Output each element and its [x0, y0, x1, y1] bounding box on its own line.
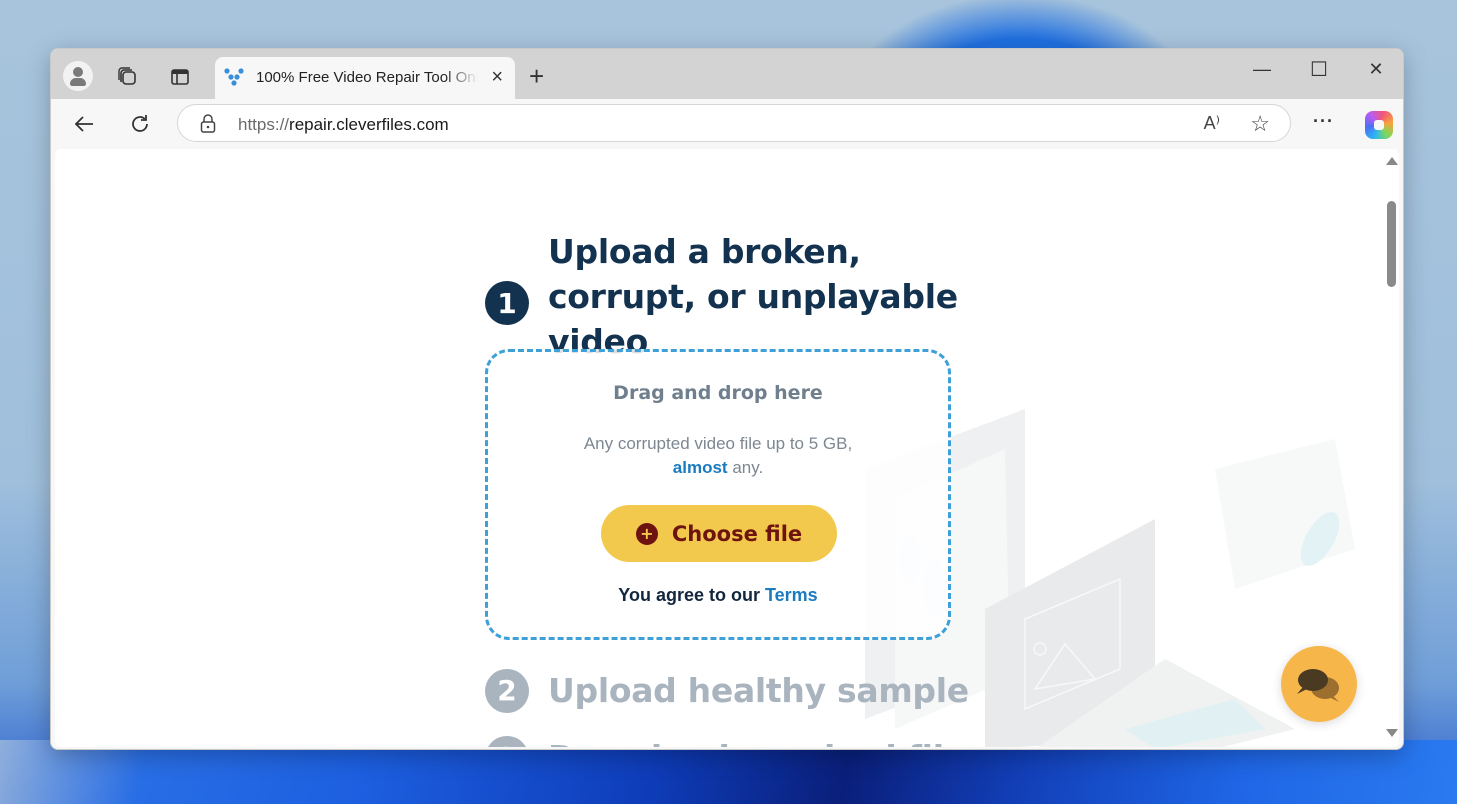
- file-dropzone[interactable]: Drag and drop here Any corrupted video f…: [485, 349, 951, 640]
- almost-link[interactable]: almost: [673, 458, 728, 477]
- step-1-title-line: Upload a broken,: [548, 232, 861, 271]
- terms-agreement: You agree to our Terms: [488, 585, 948, 606]
- close-tab-icon[interactable]: ×: [491, 66, 503, 89]
- choose-file-label: Choose file: [671, 521, 803, 546]
- step-3-badge: 3: [485, 735, 529, 747]
- minimize-button[interactable]: —: [1242, 59, 1282, 80]
- tab-bar: 100% Free Video Repair Tool Online × + —…: [51, 49, 1403, 99]
- cleverfiles-dots-icon: [223, 67, 245, 87]
- back-button[interactable]: [69, 109, 99, 139]
- vertical-tabs-icon[interactable]: [166, 63, 194, 91]
- step-1: 1 Upload a broken, corrupt, or unplayabl…: [485, 231, 958, 364]
- url-scheme: https://: [238, 115, 290, 134]
- dropzone-desc-line: Any corrupted video file up to 5 GB,: [583, 434, 853, 453]
- step-2: 2 Upload healthy sample: [485, 668, 969, 713]
- agree-text: You agree to our: [618, 585, 765, 605]
- scroll-down-arrow-icon[interactable]: [1386, 729, 1398, 737]
- address-bar[interactable]: https://repair.cleverfiles.com A⁾ ☆: [177, 104, 1291, 142]
- dropzone-desc-rest: any.: [727, 458, 764, 477]
- dropzone-title: Drag and drop here: [613, 382, 823, 404]
- step-1-badge: 1: [485, 281, 529, 325]
- step-3-title: Download repaired file: [548, 735, 966, 747]
- step-1-title: Upload a broken, corrupt, or unplayable …: [548, 229, 958, 364]
- close-window-button[interactable]: ✕: [1356, 59, 1396, 80]
- more-menu-icon[interactable]: ···: [1313, 111, 1334, 132]
- refresh-button[interactable]: [125, 109, 155, 139]
- url-text[interactable]: https://repair.cleverfiles.com: [238, 115, 449, 135]
- choose-file-button[interactable]: + Choose file: [601, 505, 837, 562]
- profile-icon[interactable]: [63, 61, 93, 91]
- lock-icon[interactable]: [200, 114, 216, 139]
- step-1-title-line: corrupt, or unplayable: [548, 277, 958, 316]
- favorite-star-icon[interactable]: ☆: [1250, 111, 1270, 137]
- back-arrow-icon: [74, 116, 93, 132]
- chat-bubbles-icon: [1297, 669, 1339, 702]
- dropzone-description: Any corrupted video file up to 5 GB, alm…: [488, 432, 948, 480]
- refresh-icon: [132, 115, 148, 132]
- page-viewport: 1 Upload a broken, corrupt, or unplayabl…: [55, 149, 1399, 747]
- tab-active[interactable]: 100% Free Video Repair Tool Online ×: [215, 57, 515, 99]
- tab-title: 100% Free Video Repair Tool Online: [256, 69, 478, 86]
- chat-button[interactable]: [1281, 646, 1357, 722]
- scrollbar-thumb[interactable]: [1387, 201, 1396, 287]
- step-2-title: Upload healthy sample: [548, 671, 969, 710]
- workspaces-icon[interactable]: [113, 63, 141, 91]
- maximize-button[interactable]: ☐: [1299, 57, 1339, 82]
- new-tab-button[interactable]: +: [529, 61, 544, 92]
- scroll-up-arrow-icon[interactable]: [1386, 157, 1398, 165]
- browser-window: 100% Free Video Repair Tool Online × + —…: [50, 48, 1404, 750]
- terms-link[interactable]: Terms: [765, 585, 818, 605]
- read-aloud-icon[interactable]: A⁾: [1204, 113, 1220, 134]
- step-3: 3 Download repaired file: [485, 735, 966, 747]
- copilot-icon[interactable]: [1365, 111, 1393, 139]
- vertical-scrollbar[interactable]: [1383, 149, 1399, 747]
- step-2-badge: 2: [485, 668, 529, 713]
- browser-toolbar: https://repair.cleverfiles.com A⁾ ☆ ···: [51, 99, 1403, 149]
- url-host: repair.cleverfiles.com: [289, 115, 449, 134]
- plus-circle-icon: +: [635, 522, 658, 545]
